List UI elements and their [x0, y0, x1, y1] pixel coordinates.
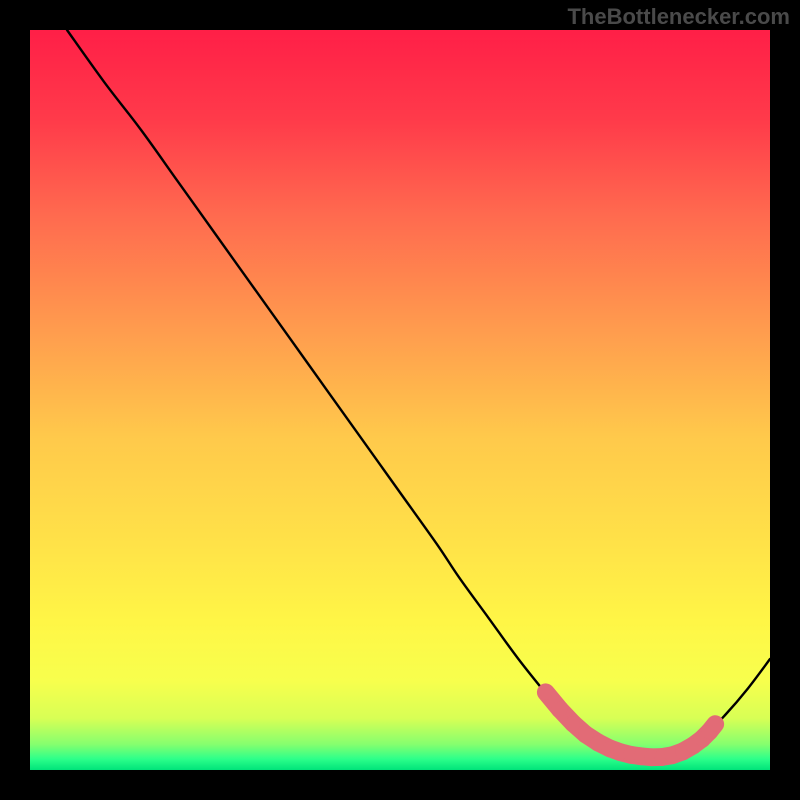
highlight-dot	[708, 717, 723, 732]
bottleneck-chart	[0, 0, 800, 800]
highlight-dot	[552, 702, 567, 717]
highlight-dot	[538, 685, 553, 700]
plot-background	[30, 30, 770, 770]
highlight-dot	[578, 727, 593, 742]
highlight-dot	[566, 716, 581, 731]
watermark-text: TheBottlenecker.com	[567, 4, 790, 30]
chart-frame: TheBottlenecker.com	[0, 0, 800, 800]
